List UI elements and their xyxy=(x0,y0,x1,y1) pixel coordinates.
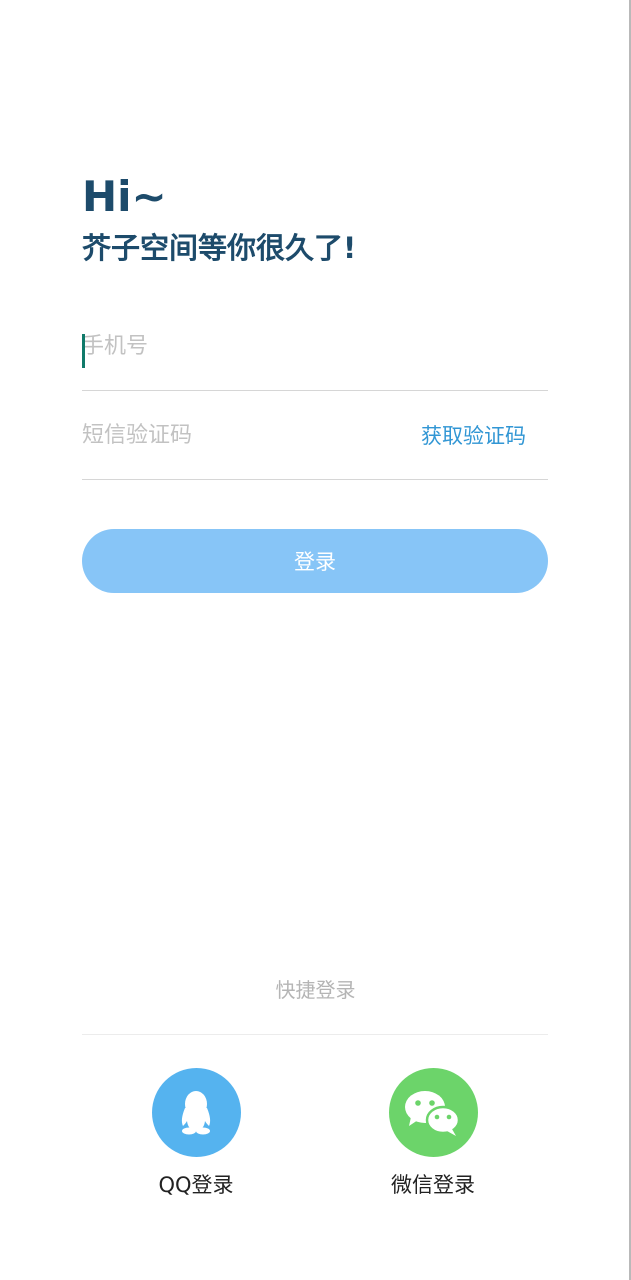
phone-input[interactable] xyxy=(82,302,548,390)
greeting-title: Hi~ xyxy=(82,172,167,221)
welcome-subtitle: 芥子空间等你很久了! xyxy=(82,231,357,265)
sms-code-field: 获取验证码 xyxy=(82,391,548,480)
text-cursor xyxy=(82,334,85,368)
quick-login-divider xyxy=(82,1034,548,1035)
quick-login-label: 快捷登录 xyxy=(275,978,356,1002)
get-code-button[interactable]: 获取验证码 xyxy=(421,391,526,479)
qq-login-button[interactable]: QQ登录 xyxy=(126,1068,266,1199)
login-button[interactable]: 登录 xyxy=(82,529,548,593)
wechat-icon xyxy=(405,1090,461,1136)
qq-penguin-icon xyxy=(181,1090,211,1134)
sms-code-input[interactable] xyxy=(82,391,402,479)
phone-field xyxy=(82,302,548,391)
qq-login-label: QQ登录 xyxy=(158,1173,234,1197)
wechat-circle[interactable] xyxy=(388,1068,478,1157)
qq-circle[interactable] xyxy=(151,1068,241,1157)
wechat-login-label: 微信登录 xyxy=(391,1173,475,1197)
wechat-login-button[interactable]: 微信登录 xyxy=(363,1068,503,1199)
